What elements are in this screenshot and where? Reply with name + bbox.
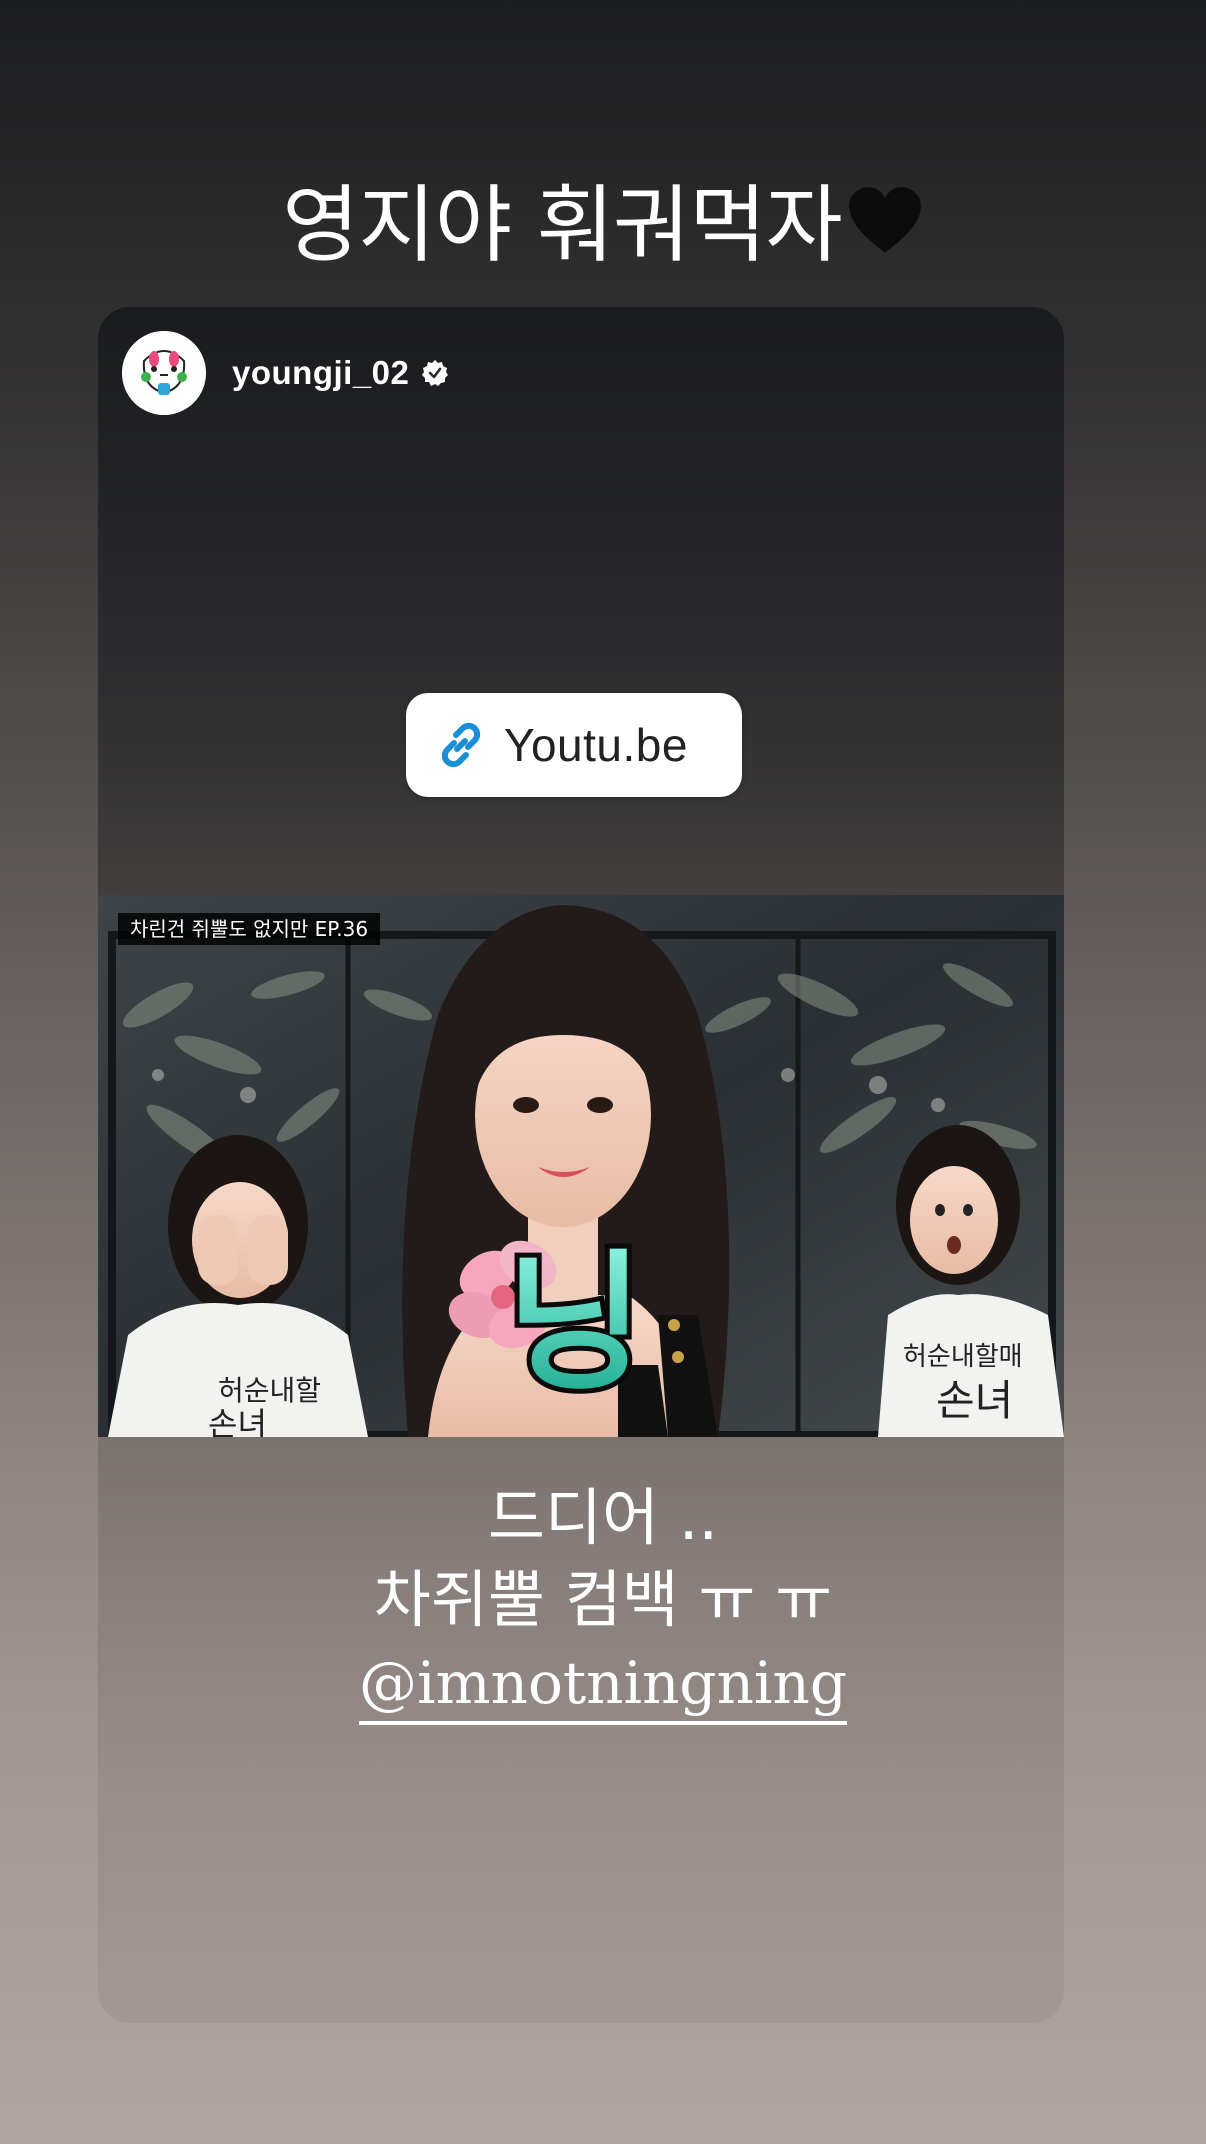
text-overlay-line1: 드디어 .. xyxy=(487,1481,719,1554)
link-sticker-label: Youtu.be xyxy=(504,719,688,771)
avatar-doodle-icon xyxy=(122,331,206,415)
story-caption-text: 영지야 훠궈먹자 xyxy=(282,176,843,274)
profile-avatar[interactable] xyxy=(122,331,206,415)
black-heart-icon xyxy=(848,187,921,253)
video-thumbnail[interactable]: 허순내할 손녀 허순내할매 손녀 닝 차린건 쥐뿔도 없지만 EP.36 xyxy=(98,895,1064,1437)
mention-link[interactable]: @imnotningning xyxy=(359,1647,847,1725)
story-caption: 영지야 훠궈먹자 xyxy=(0,170,1206,280)
svg-text:손녀: 손녀 xyxy=(936,1376,1013,1425)
video-thumbnail-image: 허순내할 손녀 허순내할매 손녀 닝 xyxy=(98,895,1064,1437)
svg-text:허순내할: 허순내할 xyxy=(218,1374,321,1407)
thumbnail-title-glyph: 닝 xyxy=(506,1237,644,1411)
post-header[interactable]: youngji_02 xyxy=(122,331,449,415)
video-series-label: 차린건 쥐뿔도 없지만 EP.36 xyxy=(118,913,381,945)
post-username[interactable]: youngji_02 xyxy=(232,354,409,392)
link-icon xyxy=(441,722,481,768)
story-text-overlay: 드디어 .. 차쥐뿔 컴백 ㅠ ㅠ @imnotningning xyxy=(0,1477,1206,1725)
text-overlay-line2: 차쥐뿔 컴백 ㅠ ㅠ xyxy=(373,1563,833,1636)
svg-text:손녀: 손녀 xyxy=(208,1405,267,1437)
verified-badge-icon xyxy=(422,360,449,386)
shared-post-card[interactable]: youngji_02 Youtu.be 허순내할 손녀 허순내할매 손녀 닝 차… xyxy=(98,307,1064,2023)
svg-text:허순내할매: 허순내할매 xyxy=(903,1342,1023,1372)
link-sticker[interactable]: Youtu.be xyxy=(406,693,742,797)
